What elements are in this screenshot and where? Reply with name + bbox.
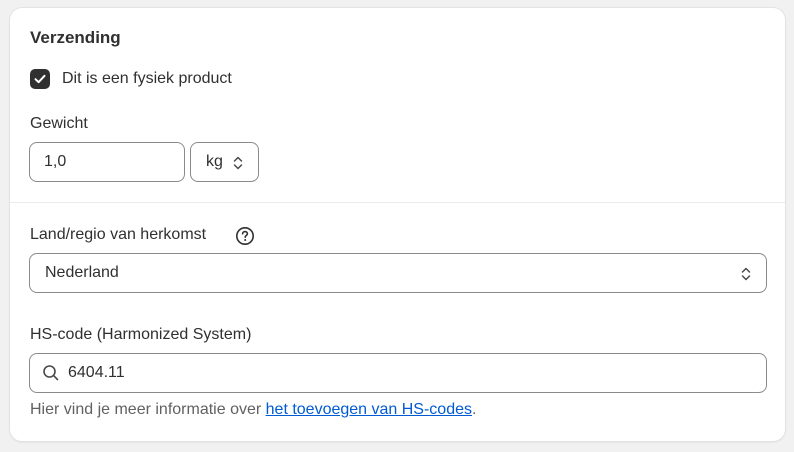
hs-code-label: HS-code (Harmonized System) <box>30 326 252 343</box>
weight-label: Gewicht <box>30 115 88 132</box>
weight-value: 1,0 <box>44 153 67 170</box>
section-title: Verzending <box>30 28 121 47</box>
shipping-card: Verzending Dit is een fysiek product Gew… <box>10 8 785 441</box>
physical-product-checkbox[interactable] <box>30 69 50 89</box>
hs-code-search-input[interactable]: 6404.11 <box>29 353 767 393</box>
hs-code-value: 6404.11 <box>68 364 125 381</box>
shipping-section: Verzending Dit is een fysiek product Gew… <box>10 8 785 203</box>
country-select[interactable]: Nederland <box>29 253 767 293</box>
weight-unit-value: kg <box>206 153 223 170</box>
checkmark-icon <box>34 74 46 84</box>
helper-suffix: . <box>472 401 477 418</box>
physical-product-label: Dit is een fysiek product <box>62 70 232 87</box>
hs-codes-help-link[interactable]: het toevoegen van HS-codes <box>266 401 472 418</box>
country-label: Land/regio van herkomst <box>30 226 207 243</box>
hs-code-helper-text: Hier vind je meer informatie over het to… <box>30 401 476 419</box>
physical-product-checkbox-row[interactable]: Dit is een fysiek product <box>30 69 232 89</box>
weight-input[interactable]: 1,0 <box>29 142 185 182</box>
weight-unit-select[interactable]: kg <box>190 142 259 182</box>
chevron-up-down-icon <box>741 267 751 281</box>
country-value: Nederland <box>45 264 119 281</box>
chevron-up-down-icon <box>233 156 243 170</box>
helper-prefix: Hier vind je meer informatie over <box>30 401 266 418</box>
search-icon <box>42 364 60 382</box>
question-circle-icon[interactable] <box>235 226 255 246</box>
